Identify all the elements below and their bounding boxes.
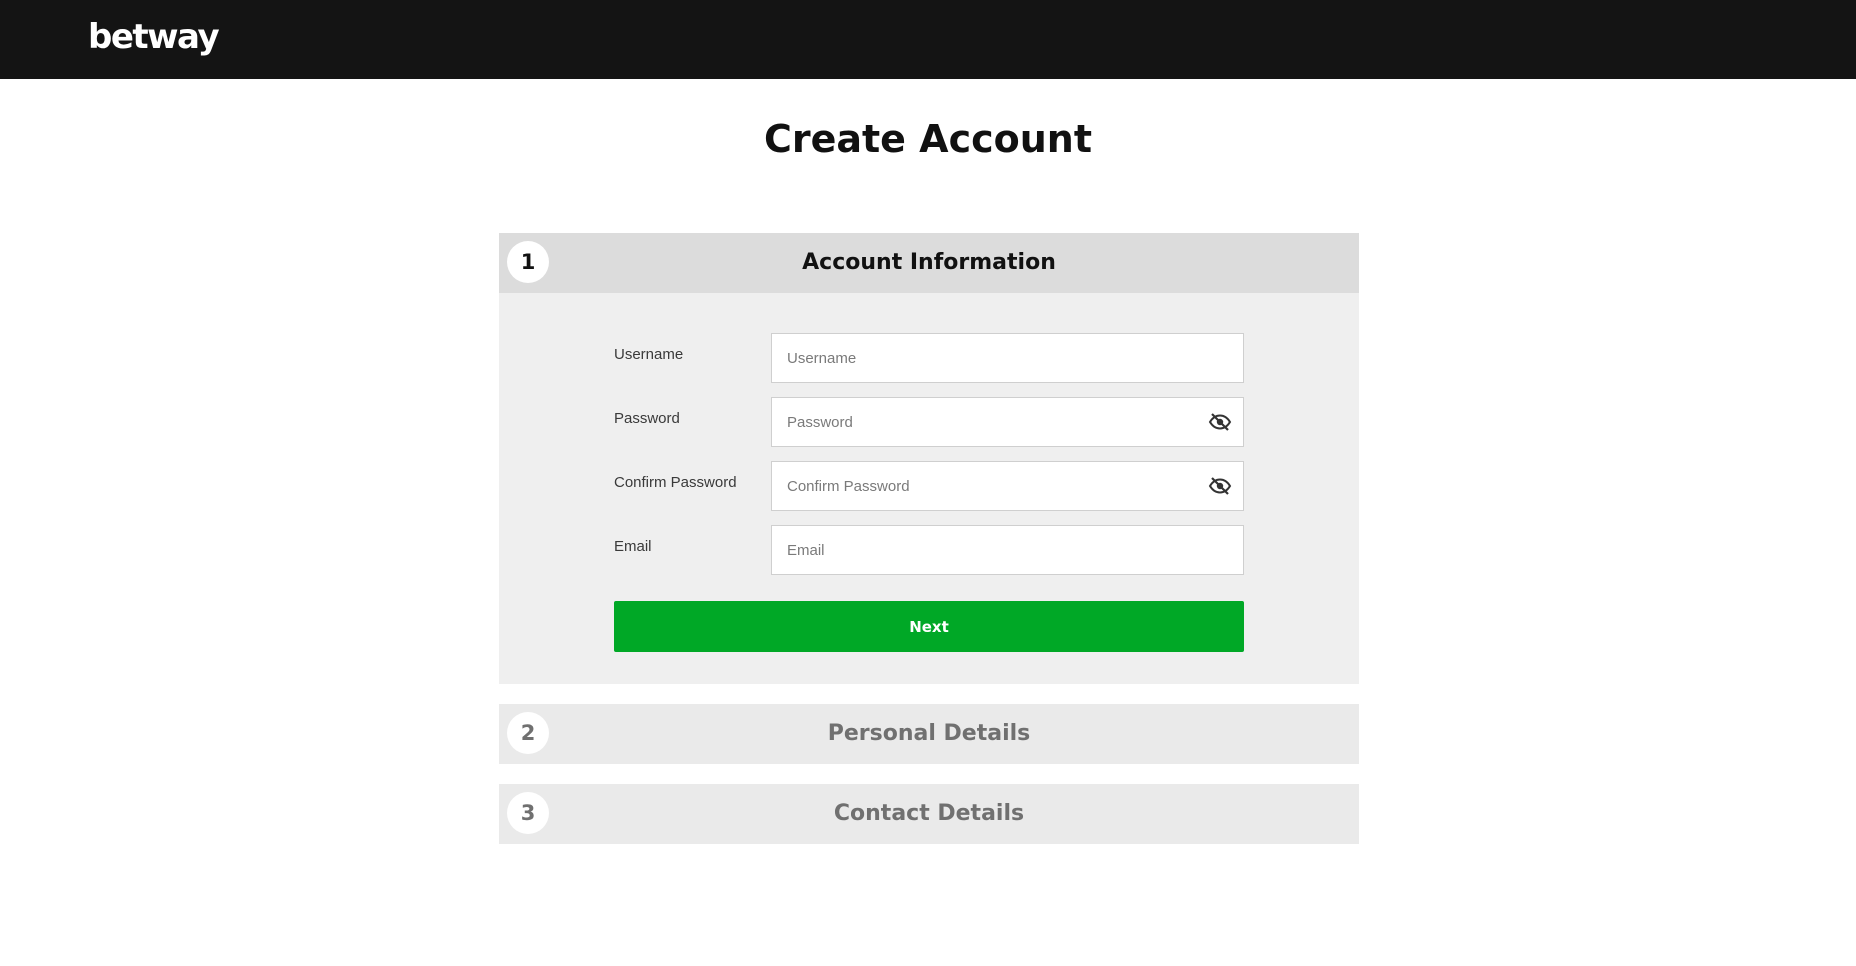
step-title: Personal Details — [827, 721, 1031, 746]
step-contact-details: 3 Contact Details — [499, 784, 1359, 844]
eye-slash-icon[interactable] — [1208, 410, 1232, 434]
email-label: Email — [614, 538, 652, 555]
password-label: Password — [614, 410, 680, 427]
username-input[interactable] — [771, 333, 1244, 383]
email-input[interactable] — [771, 525, 1244, 575]
username-label: Username — [614, 346, 684, 363]
eye-slash-icon[interactable] — [1208, 474, 1232, 498]
step-title: Account Information — [802, 250, 1056, 275]
account-information-form: Username Password Confirm Password — [499, 293, 1359, 684]
page-title: Create Account — [763, 117, 1093, 161]
top-bar: betway — [0, 0, 1856, 79]
step-header[interactable]: 3 Contact Details — [499, 784, 1359, 844]
step-header[interactable]: 2 Personal Details — [499, 704, 1359, 764]
step-personal-details: 2 Personal Details — [499, 704, 1359, 764]
step-account-information: 1 Account Information Username Password … — [499, 233, 1359, 684]
step-header[interactable]: 1 Account Information — [499, 233, 1359, 293]
password-input[interactable] — [771, 397, 1244, 447]
next-button[interactable]: Next — [614, 601, 1244, 652]
username-row: Username — [614, 333, 1244, 383]
step-title: Contact Details — [833, 801, 1025, 826]
confirm-password-label: Confirm Password — [614, 474, 737, 491]
betway-logo[interactable]: betway — [88, 14, 220, 60]
confirm-password-input[interactable] — [771, 461, 1244, 511]
confirm-password-row: Confirm Password — [614, 461, 1244, 511]
email-row: Email — [614, 525, 1244, 575]
password-row: Password — [614, 397, 1244, 447]
